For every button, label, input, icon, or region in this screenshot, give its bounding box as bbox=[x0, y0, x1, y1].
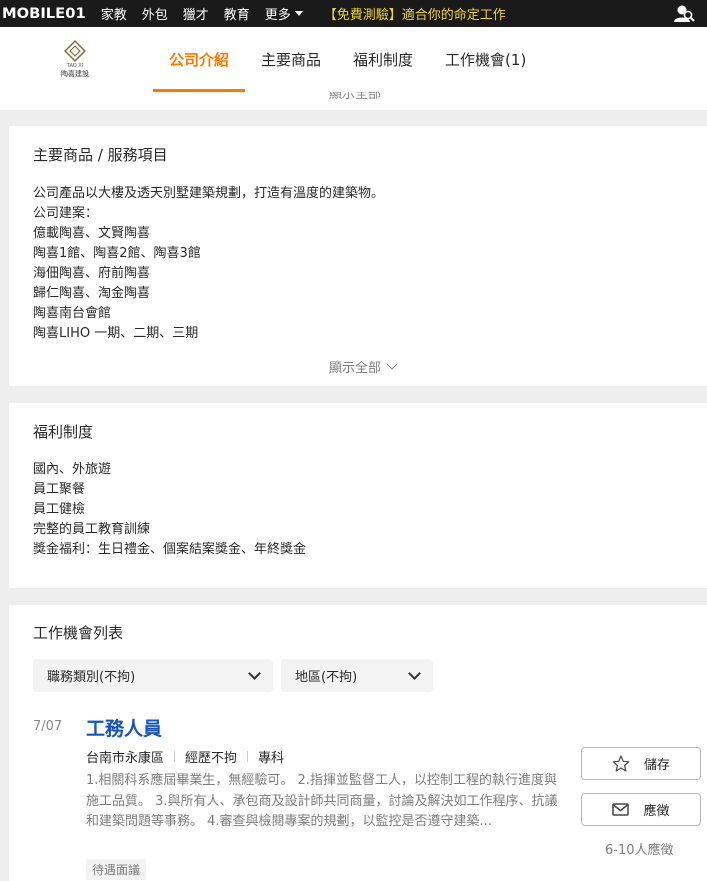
benefits-line: 獎金福利：生日禮金、個案結案獎金、年終獎金 bbox=[33, 542, 307, 557]
caret-down-icon bbox=[294, 11, 303, 16]
job-date: 7/07 bbox=[33, 719, 63, 734]
job-category-value: 職務類別(不拘) bbox=[47, 670, 136, 685]
job-education: 專科 bbox=[258, 751, 285, 766]
salary-tag: 待遇面議 bbox=[86, 859, 147, 880]
products-title: 主要商品 / 服務項目 bbox=[33, 146, 168, 164]
divider bbox=[247, 751, 249, 762]
job-area-select[interactable]: 地區(不拘) bbox=[281, 659, 433, 692]
products-line: 公司建案： bbox=[33, 206, 99, 221]
promo-link[interactable]: 【免費測驗】適合你的命定工作 bbox=[324, 4, 506, 23]
products-show-all-label: 顯示全部 bbox=[329, 361, 382, 376]
user-search-icon[interactable] bbox=[673, 3, 695, 23]
products-line: 陶喜1館、陶喜2館、陶喜3館 bbox=[33, 246, 201, 261]
products-line: 陶喜LIHO 一期、二期、三期 bbox=[33, 326, 199, 341]
benefits-title: 福利制度 bbox=[33, 423, 94, 441]
chevron-down-icon bbox=[248, 667, 261, 680]
benefits-line: 員工聚餐 bbox=[33, 482, 86, 497]
benefits-body: 國內、外旅遊 員工聚餐 員工健檢 完整的員工教育訓練 獎金福利：生日禮金、個案結… bbox=[33, 460, 306, 560]
nav-more-menu[interactable]: 更多 bbox=[265, 4, 303, 23]
nav-link-headhunt[interactable]: 獵才 bbox=[183, 4, 209, 23]
applicant-count: 6-10人應徵 bbox=[605, 843, 674, 858]
divider bbox=[174, 751, 176, 762]
partial-show-all[interactable]: 顯示全部 bbox=[329, 92, 381, 102]
benefits-line: 完整的員工教育訓練 bbox=[33, 522, 151, 537]
chevron-down-icon bbox=[386, 358, 398, 370]
star-icon bbox=[612, 755, 630, 772]
tab-products[interactable]: 主要商品 bbox=[245, 27, 337, 92]
save-job-label: 儲存 bbox=[643, 758, 670, 773]
job-description: 1.相關科系應屆畢業生，無經驗可。 2.指揮並監督工人，以控制工程的執行進度與施… bbox=[86, 773, 558, 829]
job-location: 台南市永康區 bbox=[86, 751, 165, 766]
save-job-button[interactable]: 儲存 bbox=[581, 747, 701, 780]
nav-link-tutor[interactable]: 家教 bbox=[101, 4, 127, 23]
job-area-value: 地區(不拘) bbox=[295, 670, 358, 685]
logo-text: MOBILE01 bbox=[2, 5, 86, 22]
products-line: 公司產品以大樓及透天別墅建築規劃，打造有溫度的建築物。 bbox=[33, 186, 385, 201]
job-title-link[interactable]: 工務人員 bbox=[86, 714, 162, 741]
products-line: 億載陶喜、文賢陶喜 bbox=[33, 226, 151, 241]
apply-job-button[interactable]: 應徵 bbox=[581, 793, 701, 826]
tab-jobs[interactable]: 工作機會(1) bbox=[429, 27, 542, 92]
previous-card-edge: 顯示全部 bbox=[0, 92, 707, 110]
job-experience: 經歷不拘 bbox=[185, 751, 238, 766]
top-navbar: MOBILE01 家教 外包 獵才 教育 更多 【免費測驗】適合你的命定工作 bbox=[0, 0, 707, 27]
company-header: TAO XI 陶喜建設 公司介紹 主要商品 福利制度 工作機會(1) bbox=[0, 27, 707, 92]
company-logo-mark-icon bbox=[64, 40, 86, 62]
top-nav-links: 家教 外包 獵才 教育 更多 bbox=[101, 4, 318, 23]
nav-more-label: 更多 bbox=[264, 8, 291, 23]
mail-icon bbox=[612, 803, 630, 816]
company-logo-name: 陶喜建設 bbox=[61, 70, 89, 78]
products-show-all-button[interactable]: 顯示全部 bbox=[329, 357, 398, 376]
products-body: 公司產品以大樓及透天別墅建築規劃，打造有溫度的建築物。 公司建案： 億載陶喜、文… bbox=[33, 184, 384, 344]
job-meta: 台南市永康區 經歷不拘 專科 bbox=[86, 747, 284, 766]
products-line: 陶喜南台會館 bbox=[33, 306, 112, 321]
apply-job-label: 應徵 bbox=[643, 804, 670, 819]
benefits-card: 福利制度 國內、外旅遊 員工聚餐 員工健檢 完整的員工教育訓練 獎金福利：生日禮… bbox=[9, 403, 707, 588]
nav-link-outsource[interactable]: 外包 bbox=[142, 4, 168, 23]
products-card: 主要商品 / 服務項目 公司產品以大樓及透天別墅建築規劃，打造有溫度的建築物。 … bbox=[9, 126, 707, 386]
company-tabs: 公司介紹 主要商品 福利制度 工作機會(1) bbox=[153, 27, 542, 92]
benefits-line: 員工健檢 bbox=[33, 502, 86, 517]
chevron-down-icon bbox=[408, 667, 421, 680]
company-logo[interactable]: TAO XI 陶喜建設 bbox=[56, 40, 94, 82]
nav-link-education[interactable]: 教育 bbox=[224, 4, 250, 23]
jobs-card: 工作機會列表 職務類別(不拘) 地區(不拘) 7/07 工務人員 台南市永康區 … bbox=[9, 605, 707, 881]
tab-benefits[interactable]: 福利制度 bbox=[337, 27, 429, 92]
products-line: 海佃陶喜、府前陶喜 bbox=[33, 266, 151, 281]
products-line: 歸仁陶喜、淘金陶喜 bbox=[33, 286, 151, 301]
tab-company-intro[interactable]: 公司介紹 bbox=[153, 27, 246, 92]
benefits-line: 國內、外旅遊 bbox=[33, 462, 112, 477]
jobs-title: 工作機會列表 bbox=[33, 624, 124, 642]
mobile01-logo[interactable]: MOBILE01 bbox=[2, 5, 86, 22]
job-category-select[interactable]: 職務類別(不拘) bbox=[33, 659, 273, 692]
